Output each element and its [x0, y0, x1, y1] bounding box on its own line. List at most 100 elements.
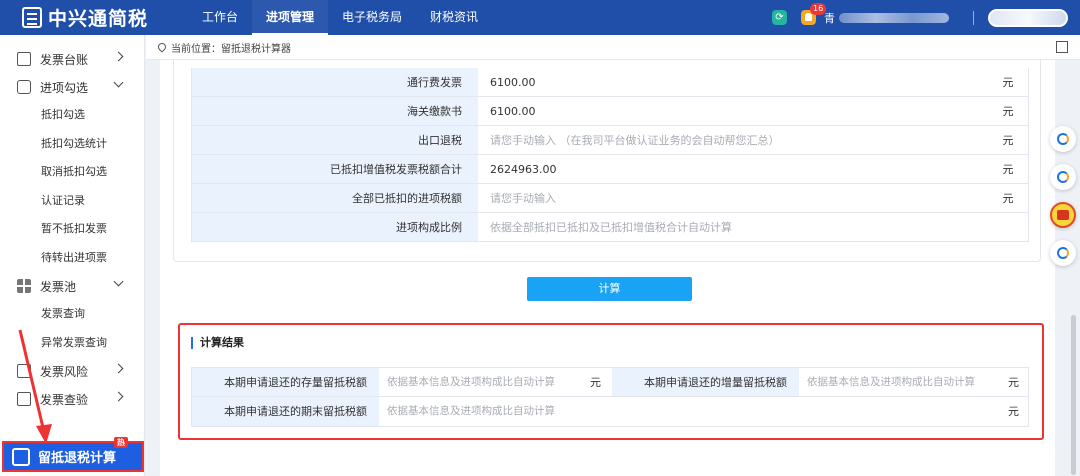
- user-name[interactable]: 青: [824, 10, 835, 26]
- headset-icon: [1057, 171, 1069, 183]
- form-row-customs-payment: 海关缴款书 6100.00 元: [191, 97, 1029, 126]
- unit-label: 元: [590, 376, 601, 389]
- chevron-down-icon: [113, 77, 124, 88]
- fullscreen-icon[interactable]: [1056, 41, 1068, 53]
- unit-label: 元: [1002, 163, 1014, 176]
- user-menu[interactable]: [988, 8, 1068, 27]
- sidebar-group-invoice-verify[interactable]: 发票查验: [0, 385, 144, 413]
- unit-label: [988, 213, 1028, 241]
- form-row-deducted-vat-total: 已抵扣增值税发票税额合计 2624963.00 元: [191, 155, 1029, 184]
- divider: [973, 10, 974, 25]
- scrollbar-thumb[interactable]: [1071, 315, 1076, 475]
- calculate-button[interactable]: 计算: [527, 277, 692, 301]
- result-row: 本期申请退还的存量留抵税额 依据基本信息及进项构成比自动计算 元 本期申请退还的…: [192, 368, 1028, 397]
- top-right-tools: ⟳ 16 青: [772, 0, 1080, 35]
- sidebar-group-label: 发票风险: [40, 364, 89, 379]
- form-label: 通行费发票: [192, 68, 478, 96]
- online-help-icon[interactable]: [1050, 240, 1076, 266]
- result-table: 本期申请退还的存量留抵税额 依据基本信息及进项构成比自动计算 元 本期申请退还的…: [191, 367, 1029, 427]
- export-refund-input[interactable]: 请您手动输入 （在我司平台做认证业务的会自动帮您汇总）: [478, 126, 988, 154]
- app-logo[interactable]: 中兴通简税: [0, 4, 170, 31]
- sidebar-group-label: 发票台账: [40, 52, 89, 67]
- breadcrumb: 当前位置： 留抵退税计算器: [146, 35, 1080, 60]
- sidebar-item-abnormal-invoice-query[interactable]: 异常发票查询: [0, 329, 144, 358]
- result-row: 本期申请退还的期末留抵税额 依据基本信息及进项构成比自动计算 元: [192, 397, 1028, 426]
- bell-icon[interactable]: 16: [801, 3, 827, 25]
- sidebar-group-invoice-pool[interactable]: 发票池: [0, 272, 144, 300]
- input-ratio-value: 依据全部抵扣已抵扣及已抵扣增值税合计自动计算: [490, 221, 732, 234]
- form-label: 海关缴款书: [192, 97, 478, 125]
- sidebar-group-invoice-risk[interactable]: 发票风险: [0, 357, 144, 385]
- unit-label: 元: [1008, 376, 1019, 389]
- form-row-toll-invoice: 通行费发票 6100.00 元: [191, 68, 1029, 97]
- breadcrumb-prefix: 当前位置：: [171, 43, 221, 55]
- sidebar-group-invoice-ledger[interactable]: 发票台账: [0, 45, 144, 73]
- period-end-refund-label: 本期申请退还的期末留抵税额: [192, 397, 379, 426]
- checklist-icon: [17, 80, 31, 94]
- sidebar: 发票台账 进项勾选 抵扣勾选 抵扣勾选统计 取消抵扣勾选 认证记录 暂不抵扣发票…: [0, 35, 145, 476]
- edit-icon: [17, 52, 31, 66]
- user-info-redacted: [839, 12, 949, 23]
- gift-box-icon: [1057, 210, 1069, 220]
- refund-calculator-tab[interactable]: 留抵退税计算 热: [2, 437, 144, 472]
- form-label: 进项构成比例: [192, 213, 478, 241]
- search-doc-icon: [17, 392, 31, 406]
- breadcrumb-current: 留抵退税计算器: [221, 43, 291, 55]
- sidebar-item-deduction-stats[interactable]: 抵扣勾选统计: [0, 130, 144, 159]
- sidebar-item-invoice-query[interactable]: 发票查询: [0, 300, 144, 329]
- incremental-refund-label: 本期申请退还的增量留抵税额: [612, 368, 799, 396]
- sidebar-group-label: 进项勾选: [40, 80, 89, 95]
- app-title: 中兴通简税: [48, 8, 149, 30]
- sidebar-item-certification-records[interactable]: 认证记录: [0, 187, 144, 216]
- nav-tax-news[interactable]: 财税资讯: [416, 0, 492, 35]
- nav-e-tax-bureau[interactable]: 电子税务局: [328, 0, 416, 35]
- nav-input-management[interactable]: 进项管理: [252, 0, 329, 35]
- chevron-right-icon: [113, 363, 124, 374]
- nav-workbench[interactable]: 工作台: [188, 0, 252, 35]
- incremental-refund-value: 依据基本信息及进项构成比自动计算: [807, 376, 975, 388]
- location-pin-icon: [156, 41, 168, 53]
- all-deducted-input-tax-input[interactable]: 请您手动输入: [478, 184, 988, 212]
- form-label: 全部已抵扣的进项税额: [192, 184, 478, 212]
- period-end-refund-value: 依据基本信息及进项构成比自动计算: [387, 405, 555, 417]
- deducted-vat-total-input[interactable]: 2624963.00: [478, 155, 988, 183]
- top-bar: 中兴通简税 工作台 进项管理 电子税务局 财税资讯 ⟳ 16 青: [0, 0, 1080, 35]
- scrollbar[interactable]: [1068, 60, 1076, 476]
- grid-icon: [17, 279, 31, 293]
- main-panel: 通行费发票 6100.00 元 海关缴款书 6100.00 元 出口退税 请您手…: [160, 60, 1055, 476]
- sidebar-item-cancel-deduction[interactable]: 取消抵扣勾选: [0, 158, 144, 187]
- sidebar-group-label: 发票查验: [40, 392, 89, 407]
- form-label: 已抵扣增值税发票税额合计: [192, 155, 478, 183]
- top-nav: 工作台 进项管理 电子税务局 财税资讯: [188, 0, 492, 35]
- unit-label: 元: [1002, 192, 1014, 205]
- calculator-icon: [12, 447, 30, 466]
- logo-icon: [22, 7, 42, 28]
- unit-label: 元: [1002, 134, 1014, 147]
- sidebar-item-deduction-selection[interactable]: 抵扣勾选: [0, 101, 144, 130]
- stock-refund-value: 依据基本信息及进项构成比自动计算: [387, 376, 555, 388]
- unit-label: 元: [1002, 76, 1014, 89]
- hot-badge: 热: [114, 437, 128, 448]
- chevron-right-icon: [113, 51, 124, 62]
- customs-payment-input[interactable]: 6100.00: [478, 97, 988, 125]
- stock-refund-label: 本期申请退还的存量留抵税额: [192, 368, 379, 396]
- chevron-right-icon: [113, 391, 124, 402]
- customer-service-icon[interactable]: [1050, 164, 1076, 190]
- phone-icon: [1057, 133, 1069, 145]
- refresh-icon[interactable]: ⟳: [772, 10, 787, 25]
- notification-badge: 16: [810, 3, 827, 15]
- unit-label: 元: [1008, 405, 1019, 418]
- form-row-all-deducted-input-tax: 全部已抵扣的进项税额 请您手动输入 元: [191, 184, 1029, 213]
- sidebar-item-pending-transfer[interactable]: 待转出进项票: [0, 244, 144, 273]
- sidebar-group-label: 发票池: [40, 279, 77, 294]
- toll-invoice-input[interactable]: 6100.00: [478, 68, 988, 96]
- form-card: 通行费发票 6100.00 元 海关缴款书 6100.00 元 出口退税 请您手…: [173, 60, 1041, 262]
- gift-icon[interactable]: [1050, 202, 1076, 228]
- sidebar-group-input-selection[interactable]: 进项勾选: [0, 73, 144, 101]
- sidebar-item-deferred-invoices[interactable]: 暂不抵扣发票: [0, 215, 144, 244]
- phone-support-icon[interactable]: [1050, 126, 1076, 152]
- chart-icon: [17, 364, 31, 378]
- chevron-down-icon: [113, 276, 124, 287]
- result-card: 计算结果 本期申请退还的存量留抵税额 依据基本信息及进项构成比自动计算 元 本期…: [178, 323, 1044, 440]
- form-label: 出口退税: [192, 126, 478, 154]
